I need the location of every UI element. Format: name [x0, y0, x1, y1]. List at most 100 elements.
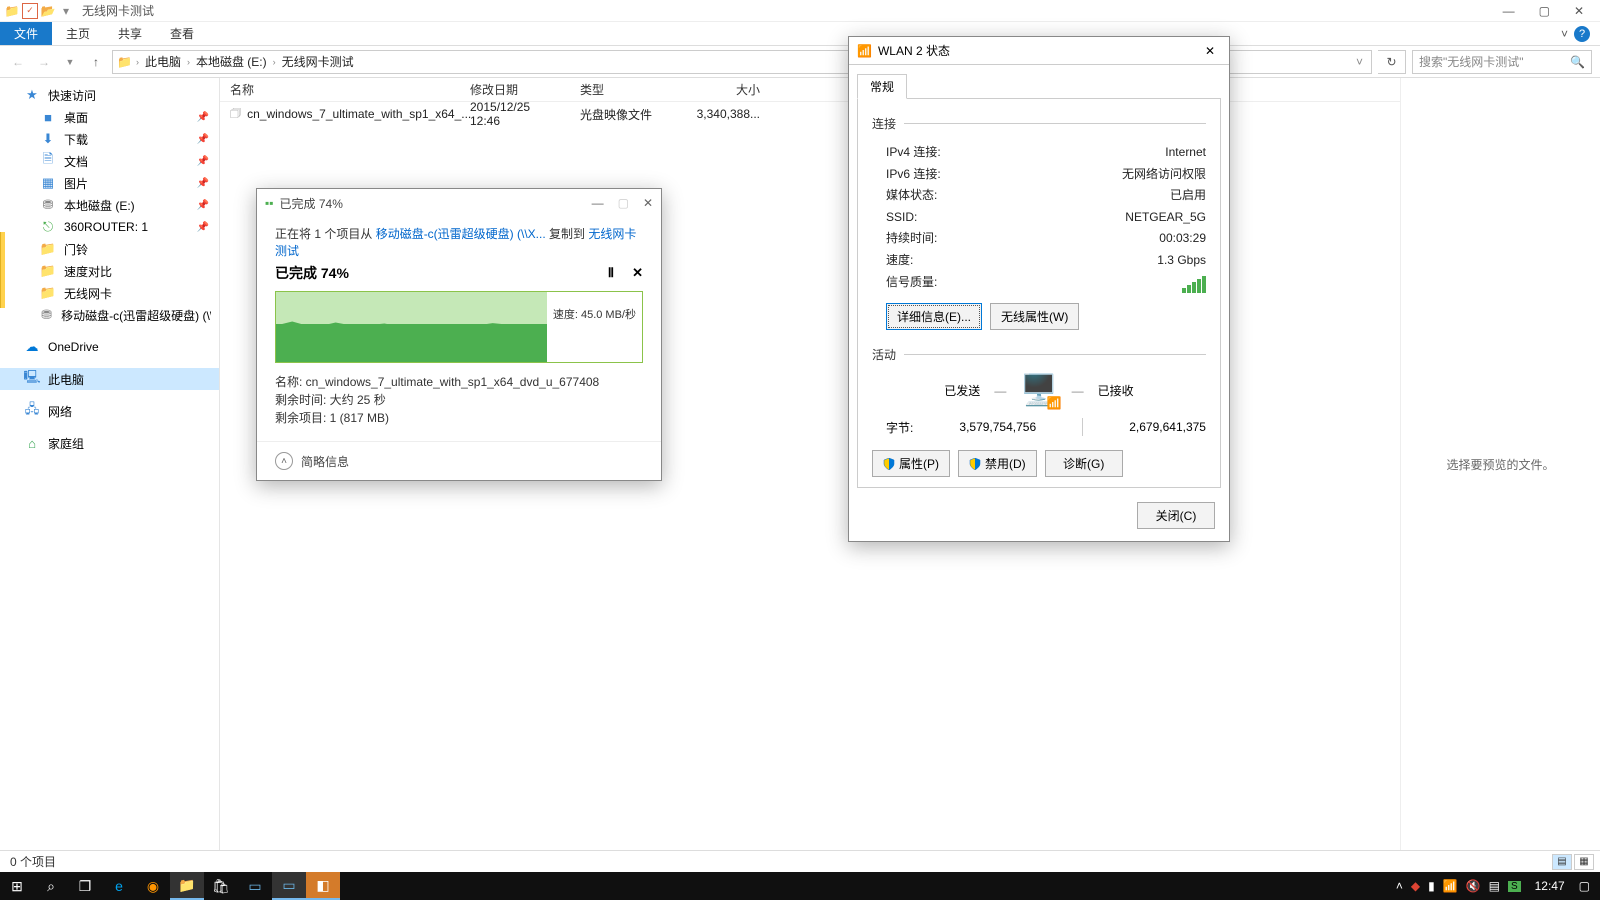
window-title-bar: 📁 ✓ 📂 ▾ 无线网卡测试 — ▢ ✕: [0, 0, 1600, 22]
column-date[interactable]: 修改日期: [460, 81, 570, 98]
collapse-details-icon[interactable]: ˄: [275, 452, 293, 470]
brief-info-label[interactable]: 简略信息: [301, 453, 349, 470]
pause-button[interactable]: Ⅱ: [608, 265, 614, 281]
taskbar-app-icon[interactable]: ▭: [238, 872, 272, 900]
properties-button[interactable]: 属性(P): [872, 450, 950, 477]
sidebar-item-label: 移动磁盘-c(迅雷超级硬盘) (\\Xiaza: [61, 307, 211, 324]
taskbar-firefox-icon[interactable]: ◉: [136, 872, 170, 900]
disable-button[interactable]: 禁用(D): [958, 450, 1037, 477]
tab-share[interactable]: 共享: [104, 21, 156, 46]
search-input[interactable]: 搜索"无线网卡测试" 🔍: [1412, 50, 1592, 74]
sidebar-item-label: 此电脑: [48, 371, 84, 388]
column-name[interactable]: 名称: [220, 81, 460, 98]
breadcrumb-sep: ›: [136, 57, 139, 67]
wlan-tab-general[interactable]: 常规: [857, 74, 907, 99]
computer-icon: 🖳: [24, 371, 40, 387]
tray-volume-icon[interactable]: 🔇: [1466, 879, 1481, 893]
tray-notifications-icon[interactable]: ▢: [1579, 879, 1590, 893]
maximize-button[interactable]: ▢: [1533, 4, 1556, 18]
wlan-dialog-titlebar[interactable]: 📶 WLAN 2 状态 ✕: [849, 37, 1229, 65]
dialog-maximize-button[interactable]: ▢: [618, 196, 629, 210]
bytes-label: 字节:: [886, 419, 913, 436]
tab-home[interactable]: 主页: [52, 21, 104, 46]
view-icons-button[interactable]: ▦: [1574, 854, 1594, 870]
ribbon-collapse-icon[interactable]: ˅: [1561, 27, 1568, 41]
qat-folder-icon[interactable]: 📂: [40, 3, 56, 19]
tray-wifi-icon[interactable]: 📶: [1443, 879, 1458, 893]
tab-view[interactable]: 查看: [156, 21, 208, 46]
pin-icon: 📌: [197, 134, 209, 145]
taskbar-explorer-icon[interactable]: 📁: [170, 872, 204, 900]
column-type[interactable]: 类型: [570, 81, 680, 98]
breadcrumb-sep: ›: [187, 57, 190, 67]
navigation-sidebar: ★ 快速访问 ■桌面📌 ⬇下载📌 🗎文档📌 ▦图片📌 ⛃本地磁盘 (E:)📌 ⎋…: [0, 78, 220, 850]
file-name: cn_windows_7_ultimate_with_sp1_x64_...: [247, 107, 471, 121]
sidebar-item-drive-e[interactable]: ⛃本地磁盘 (E:)📌: [0, 194, 219, 216]
tray-app-icon[interactable]: ◆: [1411, 879, 1420, 893]
refresh-button[interactable]: ↻: [1378, 50, 1406, 74]
start-button[interactable]: ⊞: [0, 872, 34, 900]
nav-forward-button[interactable]: →: [34, 52, 54, 72]
dialog-close-button[interactable]: ✕: [643, 196, 653, 210]
details-button[interactable]: 详细信息(E)...: [886, 303, 982, 330]
diagnose-button[interactable]: 诊断(G): [1045, 450, 1123, 477]
sidebar-item-documents[interactable]: 🗎文档📌: [0, 150, 219, 172]
dialog-minimize-button[interactable]: —: [592, 196, 604, 210]
cancel-button[interactable]: ✕: [632, 265, 643, 281]
breadcrumb[interactable]: 本地磁盘 (E:): [194, 53, 269, 70]
taskbar-store-icon[interactable]: 🛍: [204, 872, 238, 900]
sidebar-item-downloads[interactable]: ⬇下载📌: [0, 128, 219, 150]
file-tab[interactable]: 文件: [0, 22, 52, 45]
sidebar-item-label: 家庭组: [48, 435, 84, 452]
nav-up-button[interactable]: ↑: [86, 52, 106, 72]
wlan-close-button[interactable]: ✕: [1199, 44, 1221, 58]
breadcrumb[interactable]: 无线网卡测试: [280, 53, 356, 70]
copy-source-link[interactable]: 移动磁盘-c(迅雷超级硬盘) (\\X...: [376, 227, 546, 241]
copy-dialog-titlebar[interactable]: ▪▪ 已完成 74% — ▢ ✕: [257, 189, 661, 217]
sidebar-quick-access[interactable]: ★ 快速访问: [0, 84, 219, 106]
taskview-button[interactable]: ❐: [68, 872, 102, 900]
qat-checkbox-icon[interactable]: ✓: [22, 3, 38, 19]
sidebar-item-folder[interactable]: 📁速度对比: [0, 260, 219, 282]
taskbar-app-icon[interactable]: ◧: [306, 872, 340, 900]
tray-battery-icon[interactable]: ▮: [1428, 879, 1435, 893]
sidebar-item-pictures[interactable]: ▦图片📌: [0, 172, 219, 194]
pin-icon: 📌: [197, 156, 209, 167]
meta-label: 名称:: [275, 375, 306, 389]
tray-chevron-icon[interactable]: ˄: [1396, 879, 1403, 893]
sidebar-item-desktop[interactable]: ■桌面📌: [0, 106, 219, 128]
folder-icon: 📁: [40, 241, 56, 257]
meta-value: 1 (817 MB): [330, 411, 389, 425]
qat-dropdown-icon[interactable]: ▾: [58, 3, 74, 19]
bytes-sent: 3,579,754,756: [959, 420, 1036, 434]
close-button[interactable]: ✕: [1568, 4, 1590, 18]
taskbar-app-icon[interactable]: ▭: [272, 872, 306, 900]
homegroup-icon: ⌂: [24, 435, 40, 451]
kv-label: 信号质量:: [886, 272, 937, 294]
sidebar-item-router[interactable]: ⎋360ROUTER: 1📌: [0, 216, 219, 238]
help-icon[interactable]: ?: [1574, 26, 1590, 42]
sidebar-item-folder[interactable]: 📁无线网卡: [0, 282, 219, 304]
view-details-button[interactable]: ▤: [1552, 854, 1572, 870]
wlan-close-footer-button[interactable]: 关闭(C): [1137, 502, 1215, 529]
wireless-props-button[interactable]: 无线属性(W): [990, 303, 1079, 330]
button-label: 禁用(D): [985, 455, 1026, 472]
nav-back-button[interactable]: ←: [8, 52, 28, 72]
sidebar-item-netdrive[interactable]: ⛃移动磁盘-c(迅雷超级硬盘) (\\Xiaza: [0, 304, 219, 326]
sidebar-homegroup[interactable]: ⌂ 家庭组: [0, 432, 219, 454]
taskbar-edge-icon[interactable]: e: [102, 872, 136, 900]
taskbar-clock[interactable]: 12:47: [1529, 879, 1571, 893]
tray-ime-icon[interactable]: ▤: [1489, 879, 1500, 893]
address-dropdown-icon[interactable]: ˅: [1352, 55, 1367, 69]
sidebar-this-pc[interactable]: 🖳 此电脑: [0, 368, 219, 390]
nav-recent-dropdown[interactable]: ▼: [60, 52, 80, 72]
column-size[interactable]: 大小: [680, 81, 780, 98]
sidebar-onedrive[interactable]: ☁OneDrive: [0, 336, 219, 358]
minimize-button[interactable]: —: [1497, 4, 1521, 18]
search-button[interactable]: ⌕: [34, 872, 68, 900]
sidebar-item-folder[interactable]: 📁门铃: [0, 238, 219, 260]
tray-app-icon[interactable]: S: [1508, 881, 1521, 892]
sidebar-network[interactable]: 🖧网络: [0, 400, 219, 422]
breadcrumb[interactable]: 此电脑: [143, 53, 183, 70]
kv-value: Internet: [1165, 142, 1206, 164]
